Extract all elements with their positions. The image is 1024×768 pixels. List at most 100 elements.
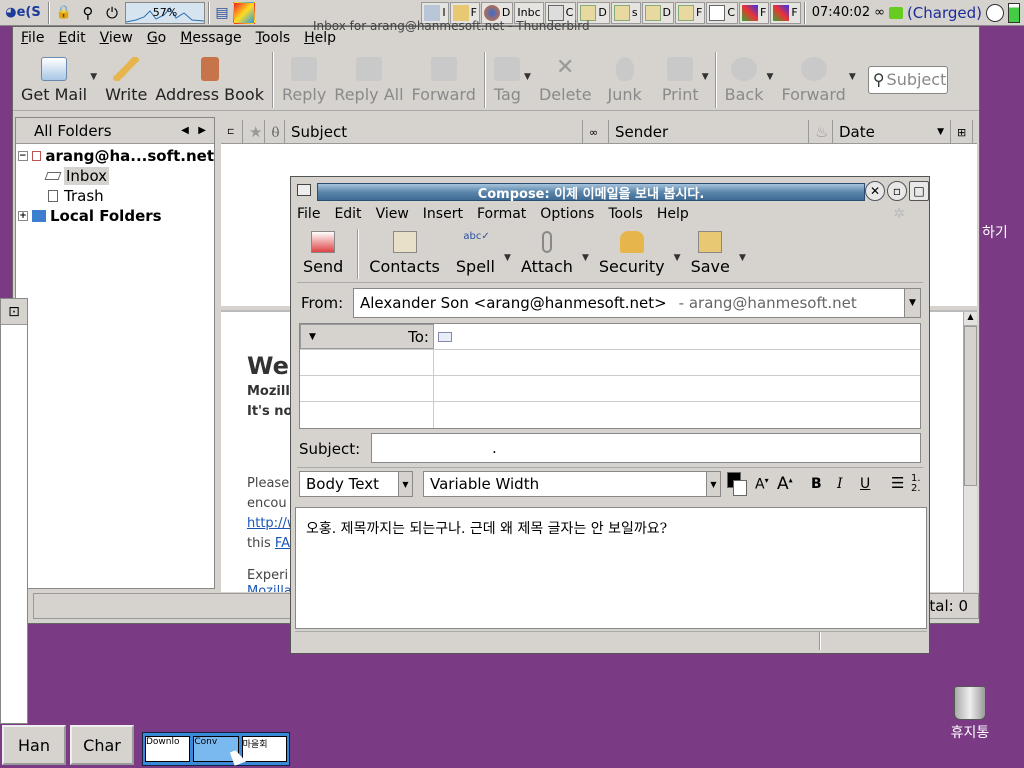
reply-button[interactable]: Reply	[278, 50, 330, 110]
tag-button[interactable]: Tag ▼	[490, 50, 531, 110]
compose-menu-view[interactable]: View	[376, 206, 409, 222]
address-book-button[interactable]: Address Book	[151, 50, 268, 110]
lock-icon[interactable]: 🔒	[53, 2, 75, 24]
battery-meter-icon[interactable]	[1008, 2, 1020, 23]
folder-item-inbox[interactable]: Inbox	[16, 166, 214, 186]
font-larger-icon[interactable]: A▴	[777, 474, 793, 494]
power-icon[interactable]: ⏻	[101, 2, 123, 24]
network-status-icon[interactable]	[986, 3, 1004, 22]
cpu-monitor[interactable]: 57%	[125, 1, 205, 24]
folder-view-arrows[interactable]: ◀ ▶	[181, 125, 206, 136]
collapse-icon[interactable]: −	[18, 151, 28, 161]
scroll-thumb[interactable]	[964, 326, 977, 486]
save-button[interactable]: Save ▼	[685, 231, 746, 282]
text-color-picker[interactable]	[727, 472, 747, 496]
maximize-icon[interactable]: □	[909, 181, 929, 201]
forward-nav-button[interactable]: Forward ▼	[777, 50, 856, 110]
column-sender[interactable]: Sender	[609, 120, 809, 144]
message-body[interactable]: 오홍. 제목까지는 되는구나. 근데 왜 제목 글자는 안 보일까요?	[295, 507, 927, 629]
dropdown-arrow-icon[interactable]: ▼	[504, 253, 511, 263]
italic-icon[interactable]: I	[837, 476, 843, 492]
message-link[interactable]: Mozilla	[247, 584, 292, 592]
dropdown-arrow-icon[interactable]: ▼	[767, 72, 774, 82]
reply-all-button[interactable]: Reply All	[330, 50, 407, 110]
column-picker-icon[interactable]: ⊞	[951, 120, 973, 144]
back-button[interactable]: Back ▼	[721, 50, 773, 110]
font-select[interactable]: Variable Width ▼	[423, 471, 721, 497]
task-button[interactable]: D	[641, 1, 675, 24]
desktop-trash[interactable]: 휴지통	[940, 684, 1000, 748]
list-app-icon[interactable]: ▤	[213, 2, 231, 24]
junk-column-icon[interactable]: ♨	[809, 120, 833, 144]
compose-menu-insert[interactable]: Insert	[423, 206, 463, 222]
minimize-icon[interactable]: ▫	[887, 181, 907, 201]
window-restore-icon[interactable]: ⊡	[1, 299, 27, 325]
menu-file[interactable]: File	[21, 30, 44, 46]
compose-menu-format[interactable]: Format	[477, 206, 526, 222]
message-scrollbar[interactable]: ▲	[963, 312, 977, 592]
dropdown-arrow-icon[interactable]: ▼	[739, 253, 746, 263]
compose-app-icon[interactable]	[297, 184, 311, 196]
faq-link[interactable]: FA	[275, 536, 290, 551]
send-button[interactable]: Send	[297, 231, 349, 282]
folder-item-trash[interactable]: Trash	[16, 186, 214, 206]
bold-icon[interactable]: B	[811, 476, 822, 492]
recipient-row[interactable]	[300, 402, 920, 428]
paragraph-style-select[interactable]: Body Text ▼	[299, 471, 413, 497]
paint-app-icon[interactable]	[233, 1, 255, 24]
compose-menu-help[interactable]: Help	[657, 206, 689, 222]
numbered-list-icon[interactable]: 1. 2.	[911, 474, 921, 494]
star-column-icon[interactable]: ★	[243, 120, 265, 144]
contacts-button[interactable]: Contacts	[363, 231, 446, 282]
compose-menu-options[interactable]: Options	[540, 206, 594, 222]
search-box[interactable]: ⚲ Subject	[867, 65, 948, 94]
menu-tools[interactable]: Tools	[256, 30, 291, 46]
thread-column-picker-icon[interactable]: ⊏	[221, 120, 243, 144]
task-button[interactable]: F	[675, 1, 706, 24]
account-row[interactable]: − arang@ha...soft.net	[16, 146, 214, 166]
task-button[interactable]: C	[706, 1, 739, 24]
attachment-column-icon[interactable]: ⍬	[265, 120, 285, 144]
han-button[interactable]: Han	[2, 725, 66, 765]
pager-desktop-1[interactable]: Downlo	[145, 736, 191, 762]
battery-status[interactable]: (Charged)	[907, 4, 982, 22]
underline-icon[interactable]: U	[860, 476, 870, 492]
subject-input[interactable]: .	[371, 433, 921, 463]
recipient-row[interactable]: ▼ To:	[300, 324, 920, 350]
dropdown-arrow-icon[interactable]: ▼	[904, 289, 920, 317]
task-button[interactable]: s	[610, 1, 641, 24]
dropdown-arrow-icon[interactable]: ▼	[524, 72, 531, 82]
column-subject[interactable]: Subject	[285, 120, 583, 144]
task-button[interactable]: F	[739, 1, 770, 24]
print-button[interactable]: Print ▼	[658, 50, 709, 110]
write-button[interactable]: Write	[101, 50, 151, 110]
menu-view[interactable]: View	[100, 30, 133, 46]
get-mail-button[interactable]: Get Mail ▼	[17, 50, 97, 110]
dropdown-arrow-icon[interactable]: ▼	[582, 253, 589, 263]
magnifier-icon[interactable]: ⚲	[77, 2, 99, 24]
spell-button[interactable]: abc✓ Spell ▼	[450, 231, 511, 282]
recipient-row[interactable]	[300, 376, 920, 402]
security-button[interactable]: Security ▼	[593, 231, 681, 282]
from-select[interactable]: Alexander Son <arang@hanmesoft.net> - ar…	[353, 288, 921, 318]
recipient-row[interactable]	[300, 350, 920, 376]
bullet-list-icon[interactable]: ☰	[891, 474, 904, 492]
recipient-input[interactable]	[434, 324, 920, 349]
task-button[interactable]: F	[770, 1, 801, 24]
folder-item-local[interactable]: + Local Folders	[16, 206, 214, 226]
compose-menu-tools[interactable]: Tools	[608, 206, 643, 222]
char-button[interactable]: Char	[70, 725, 134, 765]
menu-go[interactable]: Go	[147, 30, 166, 46]
menu-edit[interactable]: Edit	[58, 30, 85, 46]
expand-icon[interactable]: +	[18, 211, 28, 221]
desktop-pager[interactable]: Downlo Conv 마을회	[142, 732, 290, 766]
delete-button[interactable]: ✕ Delete	[535, 50, 596, 110]
pager-desktop-3[interactable]: 마을회	[241, 736, 287, 762]
clock[interactable]: 07:40:02	[812, 5, 870, 20]
dropdown-arrow-icon[interactable]: ▼	[702, 72, 709, 82]
read-column-icon[interactable]: ∞	[583, 120, 609, 144]
compose-menu-edit[interactable]: Edit	[334, 206, 361, 222]
dropdown-arrow-icon[interactable]: ▼	[90, 72, 97, 82]
junk-button[interactable]: Junk	[604, 50, 646, 110]
dropdown-arrow-icon[interactable]: ▼	[674, 253, 681, 263]
